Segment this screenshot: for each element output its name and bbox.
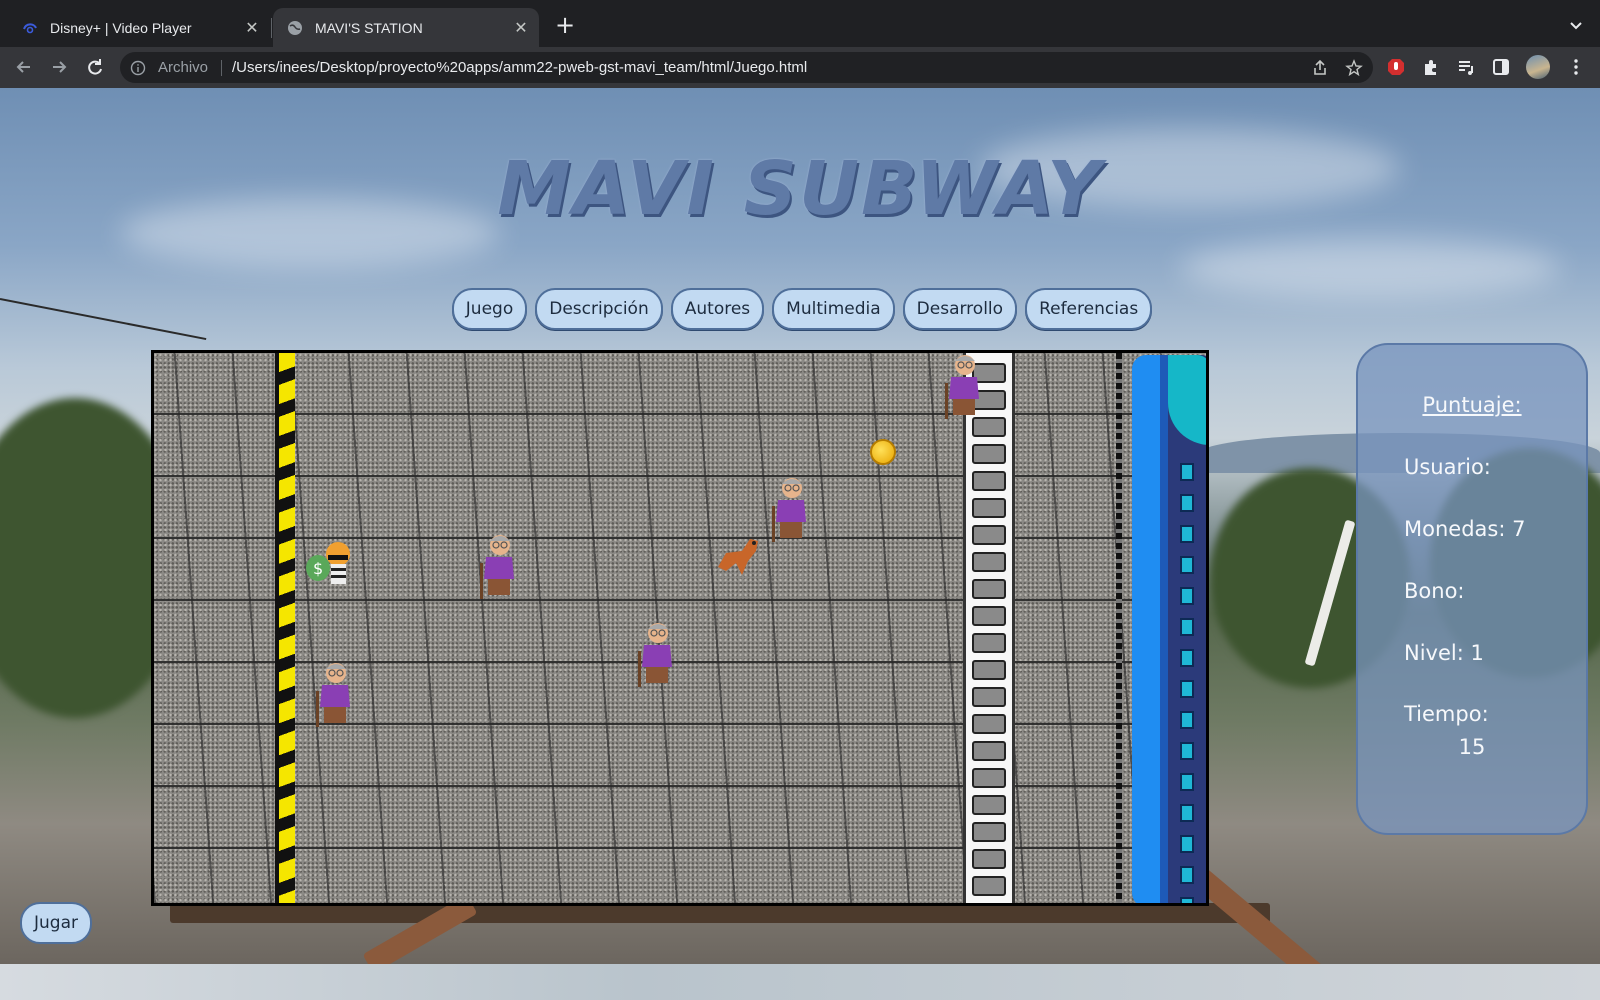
score-title: Puntuaje:: [1422, 393, 1522, 417]
score-panel: Puntuaje: Usuario: Monedas: 7 Bono: Nive…: [1356, 343, 1588, 835]
user-label: Usuario:: [1404, 455, 1491, 479]
main-nav: Juego Descripción Autores Multimedia Des…: [0, 288, 1600, 330]
train-window: [1180, 742, 1194, 760]
grandma-obstacle-sprite: [316, 663, 350, 727]
track-rung: [972, 633, 1006, 653]
nav-item-multimedia[interactable]: Multimedia: [772, 288, 895, 330]
platform-edge: [1116, 353, 1122, 903]
reload-button[interactable]: [83, 55, 107, 79]
browser-toolbar: Archivo /Users/inees/Desktop/proyecto%20…: [0, 47, 1600, 89]
tab-separator: [271, 18, 272, 38]
play-button[interactable]: Jugar: [20, 902, 92, 944]
thief-player-sprite: $: [306, 542, 350, 584]
tab-title: Disney+ | Video Player: [50, 19, 192, 36]
page-background: MAVI SUBWAY Juego Descripción Autores Mu…: [0, 88, 1600, 964]
arrow-right-icon: [53, 61, 67, 73]
track-rung: [972, 498, 1006, 518]
adblock-extension-icon[interactable]: [1386, 57, 1406, 77]
track-rung: [972, 795, 1006, 815]
profile-avatar[interactable]: [1526, 55, 1550, 79]
nav-item-juego[interactable]: Juego: [451, 288, 528, 330]
globe-icon: [288, 20, 302, 35]
track-rung: [972, 525, 1006, 545]
address-divider: [221, 60, 222, 76]
train-window: [1180, 587, 1194, 605]
svg-text:$: $: [313, 559, 323, 578]
share-icon[interactable]: [1311, 59, 1329, 77]
disney-plus-icon: [23, 22, 37, 33]
subway-train: [1132, 355, 1206, 903]
track-rung: [972, 552, 1006, 572]
tab-mavis-station[interactable]: MAVI'S STATION ✕: [273, 8, 539, 47]
grandma-obstacle-sprite: [638, 623, 672, 687]
track-rung: [972, 660, 1006, 680]
nav-item-referencias[interactable]: Referencias: [1025, 288, 1153, 330]
address-bar[interactable]: Archivo /Users/inees/Desktop/proyecto%20…: [120, 52, 1373, 83]
train-window: [1180, 463, 1194, 481]
reload-icon: [88, 59, 102, 75]
grandma-obstacle-sprite: [772, 478, 806, 542]
media-queue-icon[interactable]: [1456, 57, 1476, 77]
bonus-label: Bono:: [1404, 579, 1465, 603]
browser-tab-bar: Disney+ | Video Player ✕ MAVI'S STATION …: [0, 0, 1600, 47]
game-canvas[interactable]: $: [151, 350, 1209, 906]
train-window: [1180, 835, 1194, 853]
track-rung: [972, 471, 1006, 491]
train-window: [1180, 525, 1194, 543]
time-value: 15: [1458, 735, 1486, 759]
url-text[interactable]: /Users/inees/Desktop/proyecto%20apps/amm…: [232, 59, 807, 76]
tab-title: MAVI'S STATION: [315, 19, 423, 36]
file-scheme-label: Archivo: [158, 59, 209, 76]
track-rung: [972, 822, 1006, 842]
train-cab: [1168, 355, 1206, 445]
train-window: [1180, 804, 1194, 822]
coins-count: Monedas: 7: [1404, 517, 1526, 541]
train-window: [1180, 897, 1194, 903]
train-window: [1180, 494, 1194, 512]
forward-button[interactable]: [47, 55, 71, 79]
grandma-obstacle-sprite: [945, 355, 979, 419]
train-window: [1180, 773, 1194, 791]
info-icon[interactable]: [130, 60, 146, 76]
grandma-obstacle-sprite: [480, 535, 514, 599]
yellow-safety-line: [275, 353, 295, 903]
rail-sleeper: [170, 903, 1270, 923]
site-title: MAVI SUBWAY: [497, 146, 1103, 232]
track-rung: [972, 714, 1006, 734]
side-panel-icon[interactable]: [1491, 57, 1511, 77]
nav-item-descripcion[interactable]: Descripción: [535, 288, 663, 330]
time-label: Tiempo:: [1404, 702, 1489, 726]
track-rung: [972, 687, 1006, 707]
nav-item-desarrollo[interactable]: Desarrollo: [902, 288, 1018, 330]
train-window: [1180, 649, 1194, 667]
train-window: [1180, 680, 1194, 698]
track-rung: [972, 876, 1006, 896]
gold-coin: [870, 439, 896, 465]
train-window: [1180, 618, 1194, 636]
browser-menu-icon[interactable]: [1566, 57, 1586, 77]
tab-search-chevron-icon[interactable]: [1566, 15, 1586, 35]
train-window: [1180, 556, 1194, 574]
track-rung: [972, 606, 1006, 626]
track-rung: [972, 768, 1006, 788]
back-button[interactable]: [12, 55, 36, 79]
close-tab-icon[interactable]: ✕: [511, 18, 531, 38]
train-window: [1180, 866, 1194, 884]
dog-sprite: [718, 539, 758, 575]
extensions-puzzle-icon[interactable]: [1421, 57, 1441, 77]
page-bottom-strip: [0, 964, 1600, 1000]
train-window: [1180, 711, 1194, 729]
bookmark-star-icon[interactable]: [1345, 59, 1363, 77]
nav-item-autores[interactable]: Autores: [670, 288, 765, 330]
track-rung: [972, 741, 1006, 761]
new-tab-button[interactable]: +: [554, 13, 576, 37]
track-rung: [972, 579, 1006, 599]
tab-disney-plus[interactable]: Disney+ | Video Player ✕: [8, 8, 270, 47]
rail-track: [963, 353, 1015, 903]
level-label: Nivel: 1: [1404, 641, 1484, 665]
close-tab-icon[interactable]: ✕: [242, 18, 262, 38]
track-rung: [972, 444, 1006, 464]
track-rung: [972, 849, 1006, 869]
arrow-left-icon: [16, 61, 30, 73]
